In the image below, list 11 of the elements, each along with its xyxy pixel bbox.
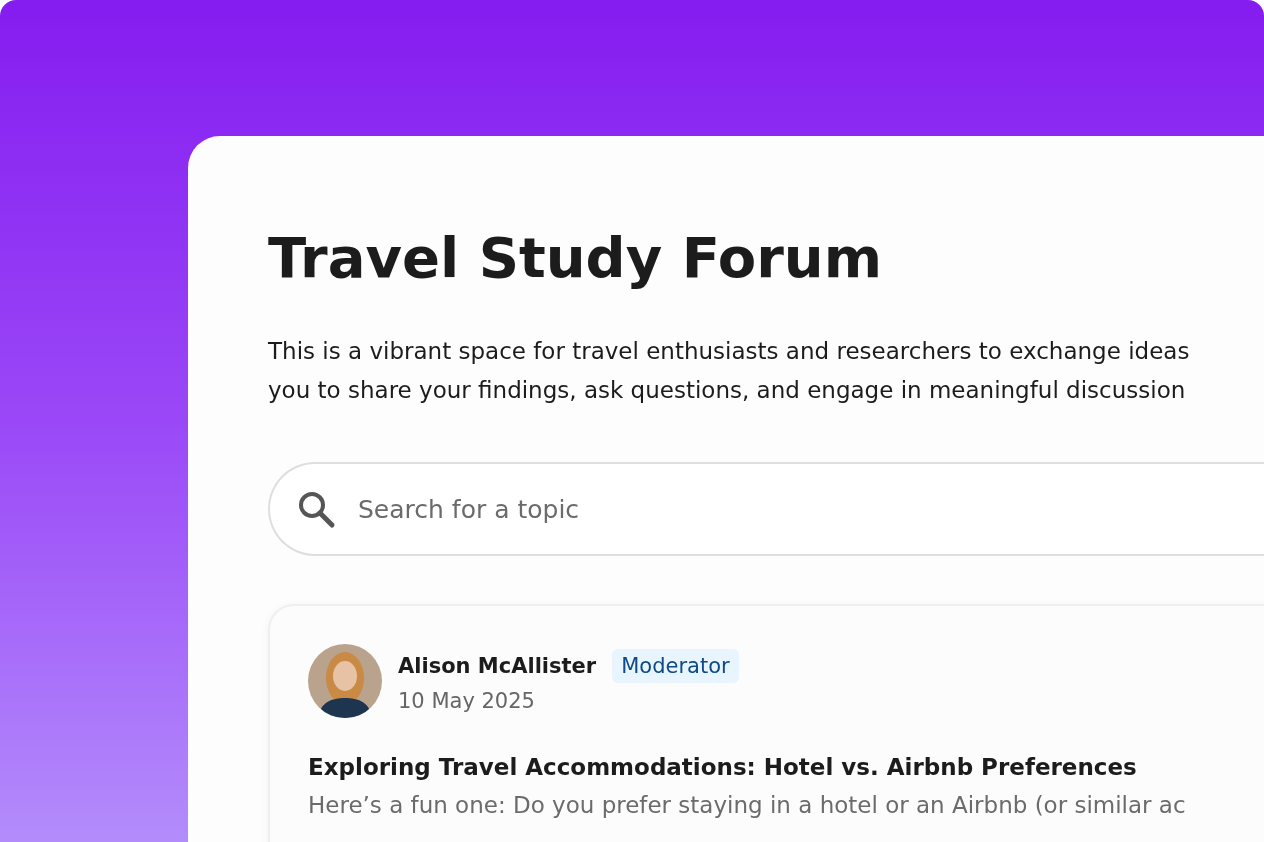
author-name: Alison McAllister: [398, 654, 597, 678]
description-line: you to share your findings, ask questions, and engage in meaningful discussion: [268, 376, 1187, 405]
description-line: This is a vibrant space for travel enthusiasts and researchers to exchange ideas: [268, 337, 1191, 366]
search-field[interactable]: Search for a topic: [268, 462, 1264, 556]
post-card[interactable]: Alison McAllister Moderator 10 May 2025 Exploring Travel Accommodations: Hotel vs. Airbnb Preferences Here’s a fun one: Do you prefer staying in a hotel or an Airbnb (or similar ac: [268, 604, 1264, 842]
forum-title: Travel Study Forum: [268, 224, 883, 292]
role-badge: Moderator: [612, 649, 739, 683]
post-excerpt: Here’s a fun one: Do you prefer staying in a hotel or an Airbnb (or similar ac: [308, 792, 1187, 818]
post-title[interactable]: Exploring Travel Accommodations: Hotel vs. Airbnb Preferences: [308, 754, 1264, 780]
post-date: 10 May 2025: [398, 689, 536, 713]
search-icon: [296, 489, 336, 529]
